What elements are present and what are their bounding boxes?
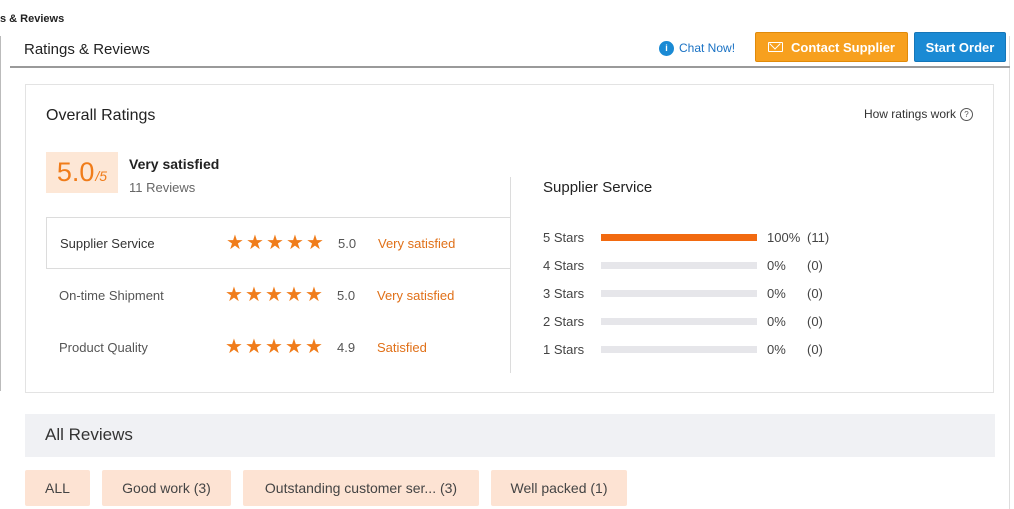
star-icon: ★ [245, 336, 263, 358]
category-name: Supplier Service [60, 235, 155, 251]
overall-score: 5.0 [56, 157, 95, 187]
distribution-bar [601, 317, 757, 325]
distribution-row-3-stars: 3 Stars 0% (0) [543, 284, 823, 302]
distribution-title: Supplier Service [543, 179, 653, 196]
star-icon: ★ [226, 232, 244, 254]
overall-ratings-panel: Overall Ratings How ratings work ? 5.0 /… [25, 84, 994, 393]
category-name: Product Quality [59, 339, 148, 355]
all-reviews-header: All Reviews [25, 414, 995, 457]
distribution-label: 3 Stars [543, 285, 585, 301]
distribution-row-5-stars: 5 Stars 100% (11) [543, 228, 829, 246]
how-ratings-work-link[interactable]: How ratings work ? [864, 107, 973, 121]
star-icon: ★ [266, 232, 284, 254]
star-icon: ★ [306, 232, 324, 254]
header-divider [10, 66, 1010, 68]
contact-supplier-label: Contact Supplier [790, 39, 895, 55]
start-order-button[interactable]: Start Order [914, 32, 1006, 62]
right-border [1009, 36, 1010, 509]
category-level: Very satisfied [378, 235, 456, 251]
left-border [0, 36, 1, 391]
category-row-supplier-service[interactable]: Supplier Service ★ ★ ★ ★ ★ 5.0 Very satisfie… [46, 217, 511, 269]
contact-supplier-button[interactable]: Contact Supplier [755, 32, 908, 62]
page-title: Ratings & Reviews [24, 41, 150, 58]
distribution-label: 1 Stars [543, 341, 585, 357]
star-icon: ★ [265, 284, 283, 306]
panel-divider [510, 177, 511, 373]
star-rating: ★ ★ ★ ★ ★ [224, 336, 324, 358]
star-icon: ★ [286, 232, 304, 254]
star-icon: ★ [285, 336, 303, 358]
star-icon: ★ [246, 232, 264, 254]
overall-ratings-title: Overall Ratings [46, 107, 156, 124]
filter-chip-good-work[interactable]: Good work (3) [102, 470, 231, 506]
mail-icon [767, 42, 783, 52]
distribution-percent: 0% [767, 313, 786, 329]
star-icon: ★ [305, 284, 323, 306]
overall-score-max: /5 [95, 168, 108, 184]
category-row-on-time-shipment[interactable]: On-time Shipment ★ ★ ★ ★ ★ 5.0 Very satisfie… [46, 269, 511, 321]
category-level: Satisfied [377, 339, 427, 355]
category-score: 4.9 [337, 339, 356, 355]
distribution-percent: 0% [767, 285, 786, 301]
distribution-count: (0) [807, 341, 823, 357]
filter-chip-outstanding-customer-service[interactable]: Outstanding customer ser... (3) [243, 470, 479, 506]
star-icon: ★ [245, 284, 263, 306]
star-rating: ★ ★ ★ ★ ★ [225, 232, 325, 254]
star-icon: ★ [265, 336, 283, 358]
distribution-count: (11) [807, 229, 830, 245]
distribution-bar [601, 233, 757, 241]
distribution-label: 2 Stars [543, 313, 585, 329]
star-icon: ★ [225, 336, 243, 358]
overall-score-badge: 5.0 /5 [46, 152, 118, 193]
star-icon: ★ [285, 284, 303, 306]
distribution-row-2-stars: 2 Stars 0% (0) [543, 312, 823, 330]
distribution-count: (0) [807, 313, 823, 329]
star-icon: ★ [225, 284, 243, 306]
category-level: Very satisfied [377, 287, 455, 303]
distribution-row-4-stars: 4 Stars 0% (0) [543, 256, 823, 274]
distribution-label: 4 Stars [543, 257, 585, 273]
question-circle-icon: ? [960, 107, 973, 121]
chat-now-label: Chat Now! [679, 41, 736, 55]
distribution-count: (0) [807, 285, 823, 301]
overall-level: Very satisfied [129, 156, 220, 172]
breadcrumb: s & Reviews [0, 13, 65, 25]
review-count: 11 Reviews [129, 180, 196, 195]
category-score: 5.0 [338, 235, 357, 251]
star-rating: ★ ★ ★ ★ ★ [224, 284, 324, 306]
distribution-percent: 0% [767, 341, 786, 357]
distribution-percent: 0% [767, 257, 786, 273]
all-reviews-title: All Reviews [45, 425, 133, 444]
distribution-bar-fill [601, 233, 757, 241]
chat-bubble-icon: i [659, 40, 674, 56]
chat-now-link[interactable]: i Chat Now! [659, 38, 735, 58]
distribution-percent: 100% [767, 229, 801, 245]
category-name: On-time Shipment [59, 287, 164, 303]
distribution-count: (0) [807, 257, 823, 273]
distribution-row-1-stars: 1 Stars 0% (0) [543, 340, 823, 358]
category-row-product-quality[interactable]: Product Quality ★ ★ ★ ★ ★ 4.9 Satisfied [46, 321, 511, 373]
how-ratings-work-label: How ratings work [863, 107, 956, 121]
star-icon: ★ [305, 336, 323, 358]
distribution-label: 5 Stars [543, 229, 585, 245]
distribution-bar [601, 345, 757, 353]
distribution-bar [601, 289, 757, 297]
distribution-bar [601, 261, 757, 269]
category-score: 5.0 [337, 287, 356, 303]
filter-chip-all[interactable]: ALL [25, 470, 90, 506]
filter-chip-well-packed[interactable]: Well packed (1) [491, 470, 627, 506]
